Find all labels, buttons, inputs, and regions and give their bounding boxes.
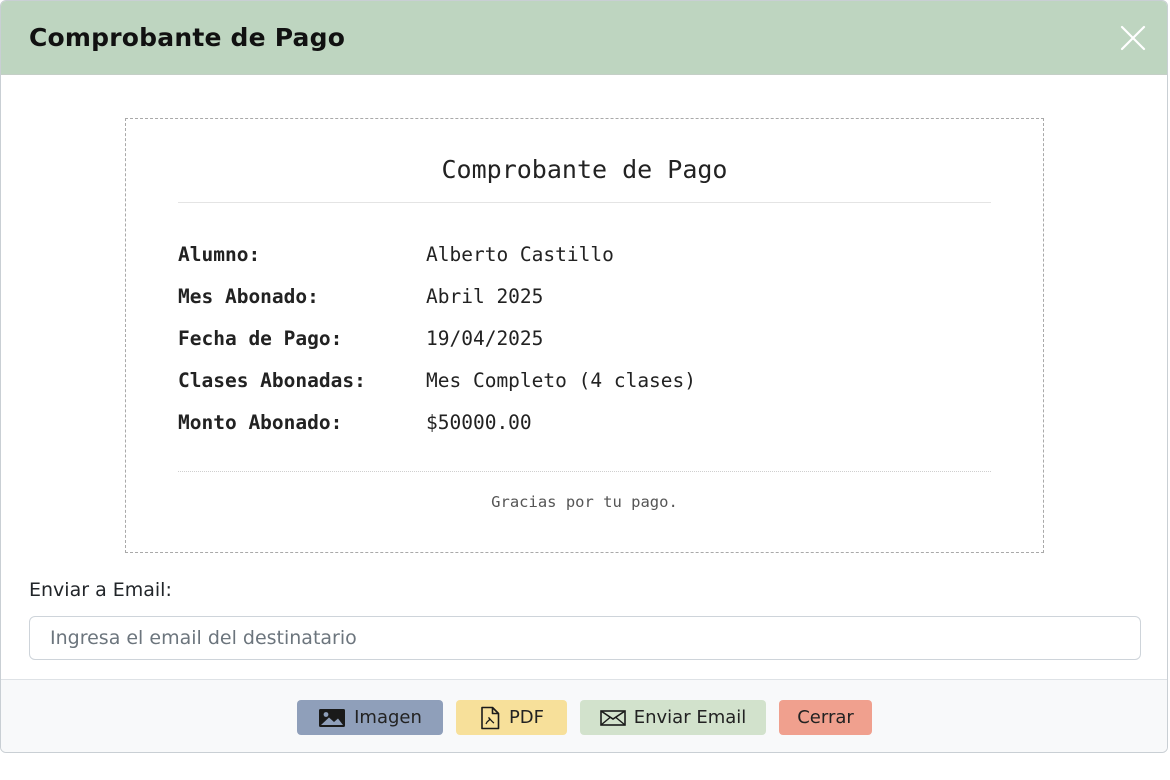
receipt-card: Comprobante de Pago Alumno: Alberto Cast… [125,118,1044,553]
receipt-title: Comprobante de Pago [441,155,728,184]
modal-title: Comprobante de Pago [29,23,346,52]
receipt-row-value: $50000.00 [426,410,532,434]
receipt-row-label: Monto Abonado: [178,410,343,434]
receipt-row-label: Mes Abonado: [178,284,319,308]
file-pdf-icon [481,706,500,729]
close-icon [1120,25,1146,50]
receipt-row-label: Clases Abonadas: [178,368,366,392]
email-input[interactable] [29,616,1141,660]
pdf-button-label: PDF [508,707,545,728]
receipt-row-monto: Monto Abonado: $50000.00 [178,401,696,443]
receipt-row-value: Alberto Castillo [426,242,614,266]
receipt-row-value: Abril 2025 [426,284,544,308]
receipt-row-fecha: Fecha de Pago: 19/04/2025 [178,317,696,359]
send-email-button[interactable]: Enviar Email [580,700,766,735]
receipt-row-clases: Clases Abonadas: Mes Completo (4 clases) [178,359,696,401]
pdf-button[interactable]: PDF [456,700,567,735]
send-email-button-label: Enviar Email [633,707,747,728]
receipt-modal: Comprobante de Pago Comprobante de Pago … [0,0,1168,753]
image-button-label: Imagen [354,707,422,728]
modal-header: Comprobante de Pago [1,1,1167,75]
receipt-row-value: Mes Completo (4 clases) [426,368,697,392]
receipt-row-alumno: Alumno: Alberto Castillo [178,233,696,275]
envelope-icon [599,709,626,726]
receipt-row-mes: Mes Abonado: Abril 2025 [178,275,696,317]
receipt-details: Alumno: Alberto Castillo Mes Abonado: Ab… [178,233,696,443]
close-button[interactable] [1113,18,1153,58]
receipt-row-value: 19/04/2025 [426,326,544,350]
receipt-row-label: Alumno: [178,242,261,266]
receipt-footer-divider [178,471,991,472]
close-modal-button-label: Cerrar [797,707,854,728]
email-label: Enviar a Email: [29,579,172,601]
receipt-row-label: Fecha de Pago: [178,326,343,350]
image-icon [319,708,346,727]
close-modal-button[interactable]: Cerrar [779,700,872,735]
modal-footer: Imagen PDF Enviar Email Cerrar [1,679,1167,752]
receipt-divider [178,202,991,203]
receipt-thanks: Gracias por tu pago. [491,493,678,511]
image-button[interactable]: Imagen [297,700,443,735]
